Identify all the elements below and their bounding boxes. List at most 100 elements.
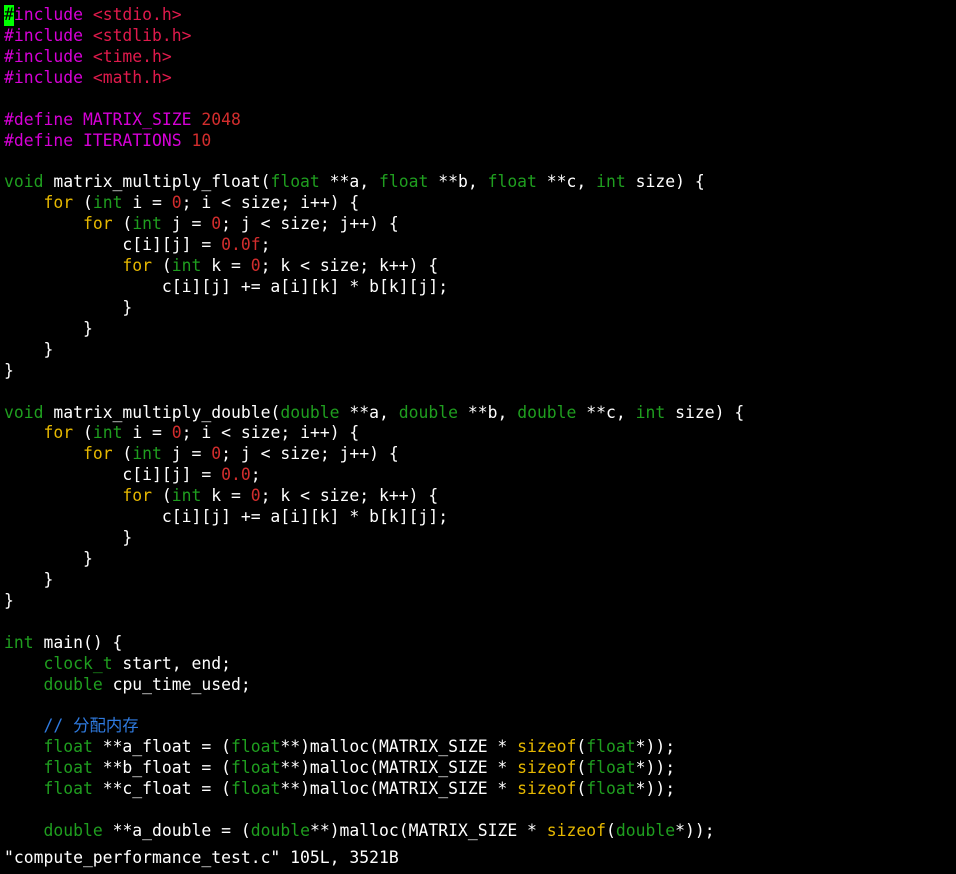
code-line[interactable]: #include <time.h> (4, 47, 744, 68)
code-line[interactable] (4, 612, 744, 633)
code-token-default-text (4, 214, 83, 233)
code-line[interactable]: for (int i = 0; i < size; i++) { (4, 423, 744, 444)
code-token-default-text: **c, (576, 402, 636, 422)
code-line[interactable]: float **c_float = (float**)malloc(MATRIX… (4, 779, 744, 800)
code-token-type: double (615, 820, 676, 840)
code-token-type: float (230, 737, 281, 757)
code-token-default-text (4, 716, 43, 735)
code-token-default-text (4, 486, 122, 505)
code-token-type: double (280, 402, 340, 422)
code-line[interactable]: c[i][j] += a[i][k] * b[k][j]; (4, 277, 744, 298)
code-token-default-text: ; (250, 465, 261, 485)
vim-editor-buffer[interactable]: #include <stdio.h> #include <stdlib.h> #in… (4, 5, 744, 842)
code-token-default-text: k = (201, 256, 251, 276)
code-line[interactable] (4, 800, 744, 821)
code-line[interactable]: float **b_float = (float**)malloc(MATRIX… (4, 758, 744, 779)
code-token-default-text: **b, (428, 172, 488, 192)
code-token-default-text: } (4, 318, 93, 338)
code-line[interactable]: float **a_float = (float**)malloc(MATRIX… (4, 737, 744, 758)
code-token-default-text: *)); (635, 758, 676, 778)
code-token-default-text: } (4, 548, 93, 568)
code-token-type: float (586, 779, 636, 799)
code-line[interactable]: } (4, 298, 744, 319)
code-line[interactable]: double cpu_time_used; (4, 675, 744, 696)
code-line[interactable]: c[i][j] += a[i][k] * b[k][j]; (4, 507, 744, 528)
code-token-default-text (192, 110, 202, 129)
code-token-type: double (43, 820, 103, 840)
code-token-default-text: start, end; (112, 653, 231, 673)
code-line[interactable]: for (int j = 0; j < size; j++) { (4, 444, 744, 465)
code-line[interactable]: // 分配内存 (4, 716, 744, 737)
code-token-number: 0 (250, 486, 261, 506)
code-token-type: float (43, 758, 93, 778)
code-token-default-text: **b, (457, 402, 518, 422)
code-line[interactable]: #include <stdlib.h> (4, 26, 744, 47)
code-token-default-text: main() { (33, 632, 123, 652)
code-token-type: int (171, 486, 202, 506)
code-line[interactable]: } (4, 361, 744, 382)
code-token-default-text: *)); (635, 737, 676, 757)
code-token-default-text: **a, (319, 172, 380, 192)
code-token-preprocessor: #include (4, 25, 83, 45)
code-token-type: void (4, 172, 44, 192)
code-token-number: 0 (171, 193, 182, 213)
code-token-number: 0.0 (221, 465, 251, 485)
code-line[interactable]: } (4, 549, 744, 570)
code-token-default-text: size) { (625, 172, 705, 192)
code-line[interactable]: c[i][j] = 0.0f; (4, 235, 744, 256)
code-line[interactable] (4, 695, 744, 716)
code-line[interactable]: for (int j = 0; j < size; j++) { (4, 214, 744, 235)
code-line[interactable]: for (int k = 0; k < size; k++) { (4, 486, 744, 507)
code-token-header-string: <time.h> (92, 46, 172, 66)
code-token-type: int (92, 193, 123, 213)
code-line[interactable] (4, 89, 744, 110)
code-token-default-text (4, 256, 122, 275)
code-line[interactable] (4, 382, 744, 403)
code-line[interactable]: } (4, 319, 744, 340)
code-token-type: float (230, 758, 281, 778)
code-token-default-text (83, 26, 93, 45)
code-line[interactable]: void matrix_multiply_double(double **a, … (4, 403, 744, 424)
code-line[interactable]: } (4, 340, 744, 361)
code-line[interactable]: #include <stdio.h> (4, 5, 744, 26)
code-token-keyword: for (43, 193, 74, 213)
code-line[interactable]: #include <math.h> (4, 68, 744, 89)
code-token-default-text: ( (152, 486, 172, 506)
code-line[interactable]: for (int k = 0; k < size; k++) { (4, 256, 744, 277)
code-token-default-text: j = (161, 444, 212, 464)
code-token-default-text: ( (73, 193, 93, 213)
code-token-default-text: k = (201, 486, 251, 506)
code-token-default-text: i = (122, 193, 172, 213)
code-line[interactable]: } (4, 570, 744, 591)
code-token-type: float (586, 758, 636, 778)
code-token-default-text: } (4, 360, 14, 380)
code-line[interactable]: for (int i = 0; i < size; i++) { (4, 193, 744, 214)
code-line[interactable]: } (4, 591, 744, 612)
code-token-type: int (132, 214, 162, 234)
code-line[interactable]: } (4, 528, 744, 549)
terminal-window[interactable]: #include <stdio.h> #include <stdlib.h> #in… (0, 0, 956, 874)
code-token-default-text: } (4, 297, 133, 317)
code-token-default-text: j = (161, 214, 212, 234)
code-token-preprocessor: #include (4, 46, 83, 66)
code-line[interactable]: void matrix_multiply_float(float **a, fl… (4, 172, 744, 193)
code-token-default-text: ; i < size; i++) { (181, 423, 360, 443)
code-line[interactable]: #define ITERATIONS 10 (4, 131, 744, 152)
code-line[interactable]: clock_t start, end; (4, 654, 744, 675)
code-token-type: float (270, 172, 320, 192)
code-line[interactable]: #define MATRIX_SIZE 2048 (4, 110, 744, 131)
code-token-number: 0 (211, 444, 222, 464)
code-line[interactable]: int main() { (4, 633, 744, 654)
code-line[interactable]: c[i][j] = 0.0; (4, 465, 744, 486)
code-token-default-text: *)); (675, 820, 715, 840)
code-token-type: int (171, 256, 202, 276)
code-token-type: float (586, 737, 636, 757)
code-line[interactable]: double **a_double = (double**)malloc(MAT… (4, 821, 744, 842)
code-line[interactable] (4, 151, 744, 172)
code-token-header-string: <stdio.h> (92, 5, 182, 24)
code-token-keyword: for (82, 214, 113, 234)
code-token-default-text: } (4, 569, 54, 589)
code-token-default-text: size) { (665, 402, 745, 422)
code-token-type: double (43, 674, 103, 694)
code-token-default-text: ( (576, 779, 587, 799)
